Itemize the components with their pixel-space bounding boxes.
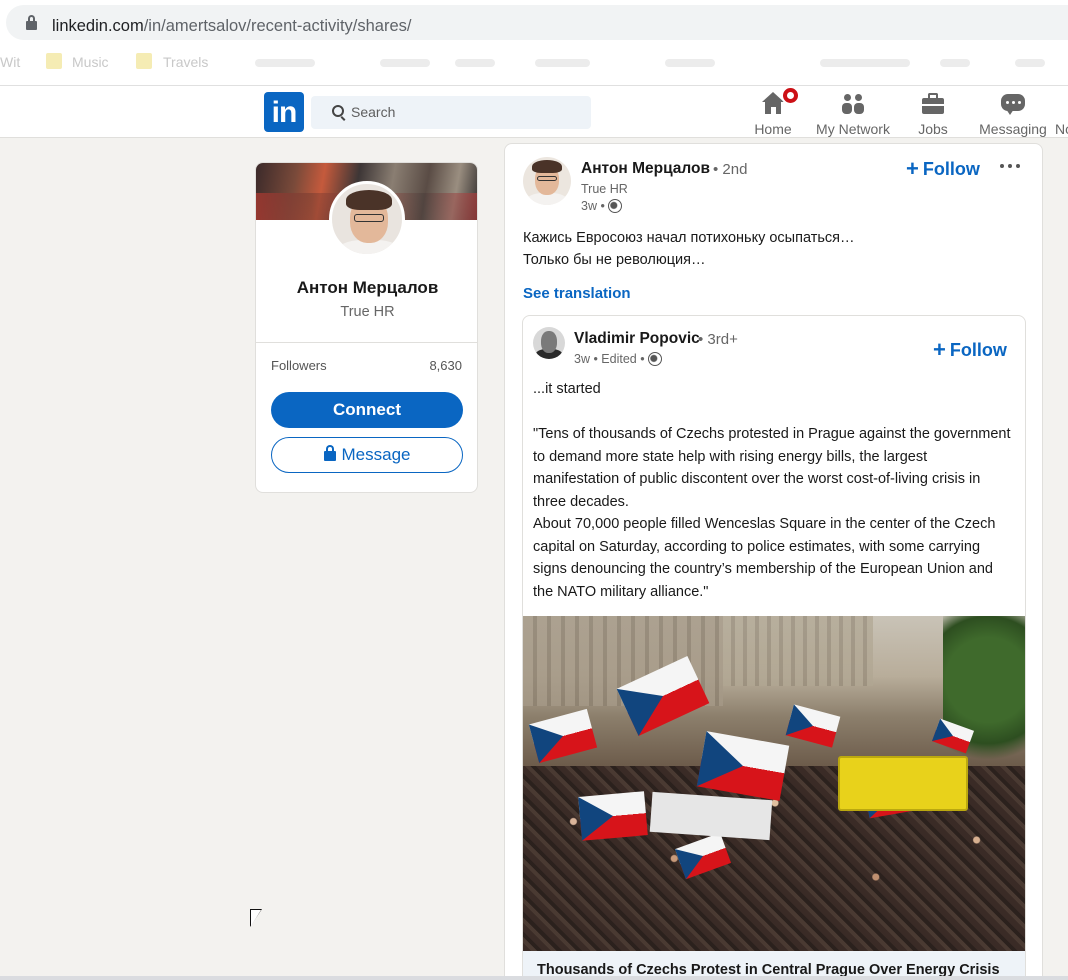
profile-name[interactable]: Антон Мерцалов [256,278,477,298]
see-translation-link[interactable]: See translation [523,285,631,302]
globe-icon [607,199,622,213]
nav-label: No [1055,121,1068,137]
post-timestamp: 3w • [581,199,622,213]
folder-icon [46,53,62,69]
bookmark-item[interactable]: Music [72,54,109,70]
nav-item-my-network[interactable]: My Network [813,92,893,137]
folder-icon [136,53,152,69]
post-paragraph: ...it started [533,381,601,397]
avatar[interactable] [533,327,565,359]
profile-card: Антон Мерцалов True HR Followers 8,630 C… [255,162,478,493]
follow-button[interactable]: + Follow [933,337,1007,363]
profile-headline: True HR [340,304,395,320]
notification-badge [781,86,800,105]
search-icon [332,105,344,117]
nav-item-home[interactable]: Home [754,86,800,137]
url-field[interactable]: linkedin.com/in/amertsalov/recent-activi… [6,5,1068,40]
blurred-bookmark[interactable] [455,59,495,67]
nav-label: Jobs [918,121,948,137]
globe-icon [647,352,662,366]
shared-post-time: 3w • Edited • [574,352,645,366]
feed-post: Антон Мерцалов • 2nd True HR 3w • + Follo… [504,143,1043,980]
connection-degree: • 2nd [713,161,748,178]
bookmarks-bar: Wit Music Travels [0,44,1068,86]
blurred-bookmark[interactable] [380,59,430,67]
nav-label: Messaging [979,121,1047,137]
search-input[interactable]: Search [311,96,591,129]
url-text[interactable]: linkedin.com/in/amertsalov/recent-activi… [52,17,411,36]
post-text-line: Кажись Евросоюз начал потихоньку осыпать… [523,230,855,246]
bookmark-item[interactable]: Wit [0,54,20,70]
window-bottom-edge [0,976,1068,980]
jobs-icon [921,92,945,116]
more-icon[interactable] [1000,164,1004,168]
shared-post: Vladimir Popovic • 3rd+ 3w • Edited • + F… [522,315,1026,980]
messaging-icon [1001,92,1025,116]
connect-button[interactable]: Connect [271,392,463,428]
search-placeholder: Search [351,104,396,120]
plus-icon: + [906,156,919,181]
nav-item-notifications[interactable]: No [1055,92,1068,137]
plus-icon: + [933,337,946,362]
network-icon [841,92,865,116]
post-paragraph: "Tens of thousands of Czechs protested i… [533,426,1011,510]
linkedin-logo[interactable]: in [264,92,304,132]
shared-post-text: ...it started "Tens of thousands of Czec… [533,378,1013,603]
global-nav: in Search Home My Network Jobs Messaging [0,86,1068,138]
lock-icon [323,445,336,461]
url-host: linkedin.com [52,17,144,35]
nav-item-jobs[interactable]: Jobs [913,92,953,137]
avatar[interactable] [523,157,571,205]
followers-count: 8,630 [429,358,462,373]
post-text: Кажись Евросоюз начал потихоньку осыпать… [523,227,855,271]
shared-post-meta: 3w • Edited • [574,352,662,366]
nav-label: My Network [816,121,890,137]
post-text-line: Только бы не революция… [523,252,706,268]
browser-address-bar: linkedin.com/in/amertsalov/recent-activi… [0,0,1068,44]
nav-item-messaging[interactable]: Messaging [979,92,1047,137]
blurred-bookmark[interactable] [1015,59,1045,67]
connection-degree: • 3rd+ [698,331,738,348]
post-time: 3w • [581,199,605,213]
protest-photo[interactable] [523,616,1025,951]
post-paragraph: About 70,000 people filled Wenceslas Squ… [533,516,996,600]
follow-label: Follow [922,159,980,179]
blurred-bookmark[interactable] [665,59,715,67]
bell-icon [1058,92,1068,116]
blurred-bookmark[interactable] [255,59,315,67]
mouse-cursor [250,909,262,927]
follow-label: Follow [949,340,1007,360]
message-button[interactable]: Message [271,437,463,473]
post-author-name[interactable]: Антон Мерцалов [581,160,710,178]
url-path: /in/amertsalov/recent-activity/shares/ [143,17,412,35]
followers-label: Followers [271,358,327,373]
follow-button[interactable]: + Follow [906,156,980,182]
blurred-bookmark[interactable] [820,59,910,67]
divider [256,342,477,343]
blurred-bookmark[interactable] [535,59,590,67]
post-author-headline: True HR [581,182,628,196]
bookmark-item[interactable]: Travels [163,54,208,70]
blurred-bookmark[interactable] [940,59,970,67]
nav-label: Home [754,121,792,137]
home-icon [762,86,800,116]
lock-icon[interactable] [26,15,37,30]
message-button-label: Message [341,445,411,464]
shared-author-name[interactable]: Vladimir Popovic [574,330,700,348]
avatar[interactable] [329,181,405,257]
